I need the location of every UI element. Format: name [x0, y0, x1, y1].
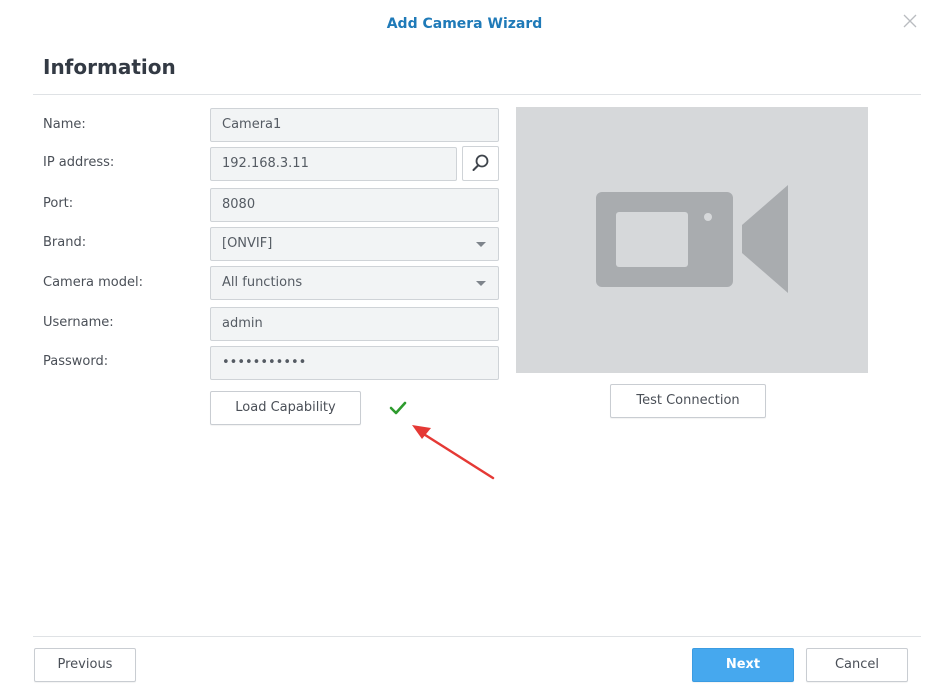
- camera-model-select[interactable]: All functions: [210, 266, 499, 300]
- red-arrow-annotation: [412, 425, 495, 480]
- previous-button[interactable]: Previous: [34, 648, 136, 682]
- camera-model-select-value: All functions: [222, 275, 303, 290]
- close-icon[interactable]: [899, 10, 921, 32]
- ip-address-label: IP address:: [43, 155, 115, 170]
- test-connection-button[interactable]: Test Connection: [610, 384, 766, 418]
- name-label: Name:: [43, 117, 86, 132]
- camera-preview: [516, 107, 868, 373]
- ip-address-field[interactable]: 192.168.3.11: [210, 147, 457, 181]
- load-capability-button[interactable]: Load Capability: [210, 391, 361, 425]
- name-field[interactable]: Camera1: [210, 108, 499, 142]
- brand-select-value: [ONVIF]: [222, 236, 273, 251]
- port-label: Port:: [43, 196, 74, 211]
- username-field[interactable]: admin: [210, 307, 499, 341]
- video-camera-icon: [596, 185, 788, 293]
- section-title: Information: [43, 55, 176, 79]
- chevron-down-icon: [476, 242, 486, 247]
- brand-label: Brand:: [43, 235, 87, 250]
- password-field[interactable]: •••••••••••: [210, 346, 499, 380]
- window-title: Add Camera Wizard: [386, 16, 543, 32]
- cancel-button[interactable]: Cancel: [806, 648, 908, 682]
- username-label: Username:: [43, 315, 114, 330]
- search-button[interactable]: [462, 146, 499, 181]
- search-icon: [472, 154, 489, 171]
- chevron-down-icon: [476, 281, 486, 286]
- section-divider: [33, 94, 921, 95]
- title-bar: Add Camera Wizard: [0, 0, 929, 50]
- footer-divider: [33, 636, 921, 637]
- camera-model-label: Camera model:: [43, 275, 144, 290]
- next-button[interactable]: Next: [692, 648, 794, 682]
- port-field[interactable]: 8080: [210, 188, 499, 222]
- brand-select[interactable]: [ONVIF]: [210, 227, 499, 261]
- password-label: Password:: [43, 354, 109, 369]
